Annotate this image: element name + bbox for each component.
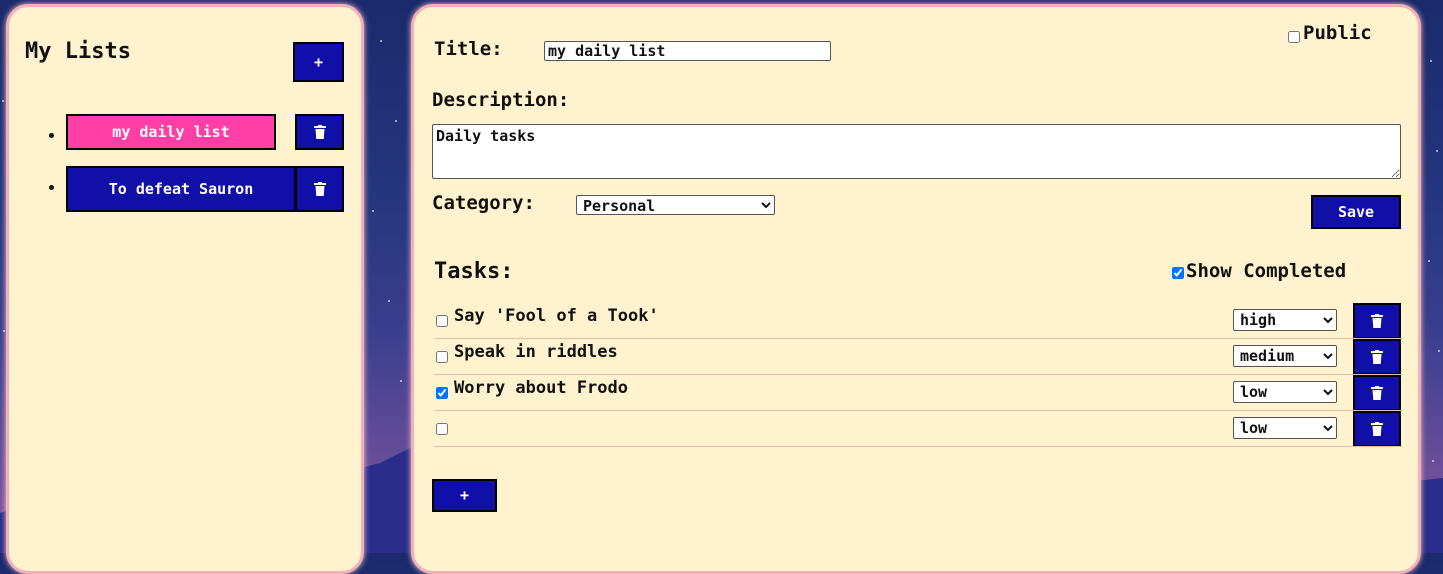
list-item-to-defeat-sauron[interactable]: To defeat Sauron <box>66 166 296 212</box>
delete-task-button[interactable] <box>1353 303 1401 339</box>
trash-icon <box>313 125 326 139</box>
delete-list-button[interactable] <box>295 114 344 150</box>
task-priority-select[interactable]: highmediumlow <box>1233 309 1337 331</box>
task-row-divider <box>434 338 1402 339</box>
task-text: Speak in riddles <box>454 342 618 362</box>
task-row-divider <box>434 374 1402 375</box>
task-row-divider <box>434 410 1402 411</box>
delete-list-button[interactable] <box>295 166 344 212</box>
trash-icon <box>313 182 326 196</box>
list-item-my-daily-list[interactable]: my daily list <box>66 114 276 150</box>
task-priority-select[interactable]: highmediumlow <box>1233 417 1337 439</box>
task-row-divider <box>434 446 1402 447</box>
trash-icon <box>1371 314 1383 328</box>
task-done-checkbox[interactable] <box>436 387 448 399</box>
task-done-checkbox[interactable] <box>436 423 448 435</box>
task-text: Say 'Fool of a Took' <box>454 306 659 326</box>
save-button[interactable]: Save <box>1311 195 1401 229</box>
add-list-button[interactable]: + <box>293 42 344 82</box>
trash-icon <box>1371 350 1383 364</box>
category-label: Category: <box>432 192 535 214</box>
lists-sidebar: My Lists + my daily list To defeat Sauro… <box>6 4 364 574</box>
public-checkbox[interactable] <box>1288 31 1300 43</box>
tasks-heading: Tasks: <box>434 259 514 284</box>
public-label: Public <box>1303 22 1372 44</box>
task-priority-select[interactable]: highmediumlow <box>1233 345 1337 367</box>
list-bullet <box>49 185 54 190</box>
title-input[interactable] <box>544 41 831 61</box>
trash-icon <box>1371 422 1383 436</box>
task-priority-select[interactable]: highmediumlow <box>1233 381 1337 403</box>
add-task-button[interactable]: + <box>432 479 497 512</box>
category-select[interactable]: Personal <box>576 195 775 215</box>
title-label: Title: <box>434 38 503 60</box>
description-textarea[interactable] <box>432 124 1401 179</box>
delete-task-button[interactable] <box>1353 339 1401 375</box>
show-completed-label: Show Completed <box>1186 260 1347 282</box>
trash-icon <box>1371 386 1383 400</box>
description-label: Description: <box>432 89 570 111</box>
list-editor: Title: Public Description: Category: Per… <box>411 4 1421 574</box>
list-bullet <box>49 133 54 138</box>
delete-task-button[interactable] <box>1353 375 1401 411</box>
task-done-checkbox[interactable] <box>436 351 448 363</box>
sidebar-title: My Lists <box>25 39 131 64</box>
task-done-checkbox[interactable] <box>436 315 448 327</box>
task-text: Worry about Frodo <box>454 378 628 398</box>
delete-task-button[interactable] <box>1353 411 1401 447</box>
